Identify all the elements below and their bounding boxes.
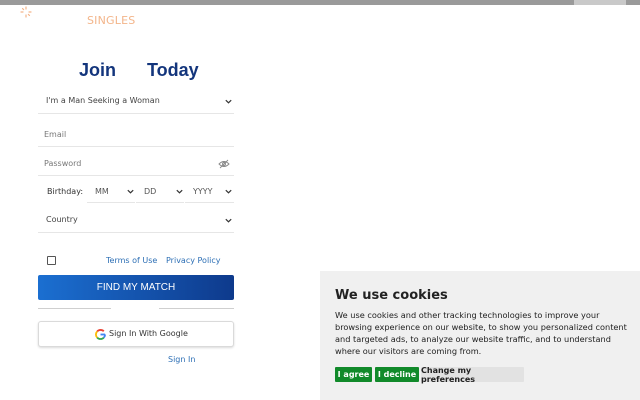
divider-right [159, 308, 234, 309]
birthday-label: Birthday: [47, 187, 84, 196]
hero-heading-today: Today [147, 60, 199, 80]
password-field[interactable]: Password [38, 153, 234, 176]
seeking-select-value: I'm a Man Seeking a Woman [46, 96, 160, 105]
seeking-select[interactable]: I'm a Man Seeking a Woman [38, 91, 234, 114]
eye-slash-icon[interactable] [218, 159, 230, 169]
google-g-icon [95, 329, 106, 340]
chevron-down-icon [176, 189, 183, 194]
privacy-policy-link[interactable]: Privacy Policy [166, 256, 221, 265]
birth-day-select[interactable]: DD [136, 182, 184, 203]
terms-checkbox[interactable] [47, 256, 56, 265]
email-field[interactable]: Email [38, 124, 234, 147]
chevron-down-icon [225, 99, 232, 104]
password-placeholder: Password [44, 159, 82, 168]
top-edge-strip [0, 0, 640, 5]
cookie-agree-button[interactable]: I agree [335, 367, 372, 382]
birth-day-value: DD [144, 187, 157, 196]
brand-logo-text[interactable]: SINGLES [87, 14, 135, 27]
google-sign-in-button[interactable]: Sign In With Google [38, 321, 234, 347]
sign-in-link[interactable]: Sign In [168, 355, 195, 364]
birth-year-value: YYYY [193, 187, 213, 196]
find-my-match-button[interactable]: FIND MY MATCH [38, 275, 234, 300]
cookie-banner-title: We use cookies [335, 288, 448, 303]
hero-heading-join: Join [79, 60, 117, 80]
logo-sparkle-icon [20, 6, 32, 18]
birth-month-value: MM [95, 187, 109, 196]
divider-left [38, 308, 111, 309]
chevron-down-icon [225, 218, 232, 223]
cookie-preferences-button[interactable]: Change my preferences [421, 366, 524, 384]
top-edge-highlight [574, 0, 626, 5]
birth-year-select[interactable]: YYYY [185, 182, 234, 203]
country-select-value: Country [46, 215, 78, 224]
chevron-down-icon [127, 189, 134, 194]
google-sign-in-label: Sign In With Google [109, 329, 188, 338]
country-select[interactable]: Country [38, 210, 234, 233]
birth-month-select[interactable]: MM [87, 182, 135, 203]
terms-of-use-link[interactable]: Terms of Use [106, 256, 157, 265]
cookie-banner-text: We use cookies and other tracking techno… [335, 310, 627, 356]
cookie-consent-banner: We use cookies We use cookies and other … [320, 271, 640, 400]
cookie-decline-button[interactable]: I decline [375, 367, 419, 382]
email-placeholder: Email [44, 130, 67, 139]
chevron-down-icon [225, 189, 232, 194]
